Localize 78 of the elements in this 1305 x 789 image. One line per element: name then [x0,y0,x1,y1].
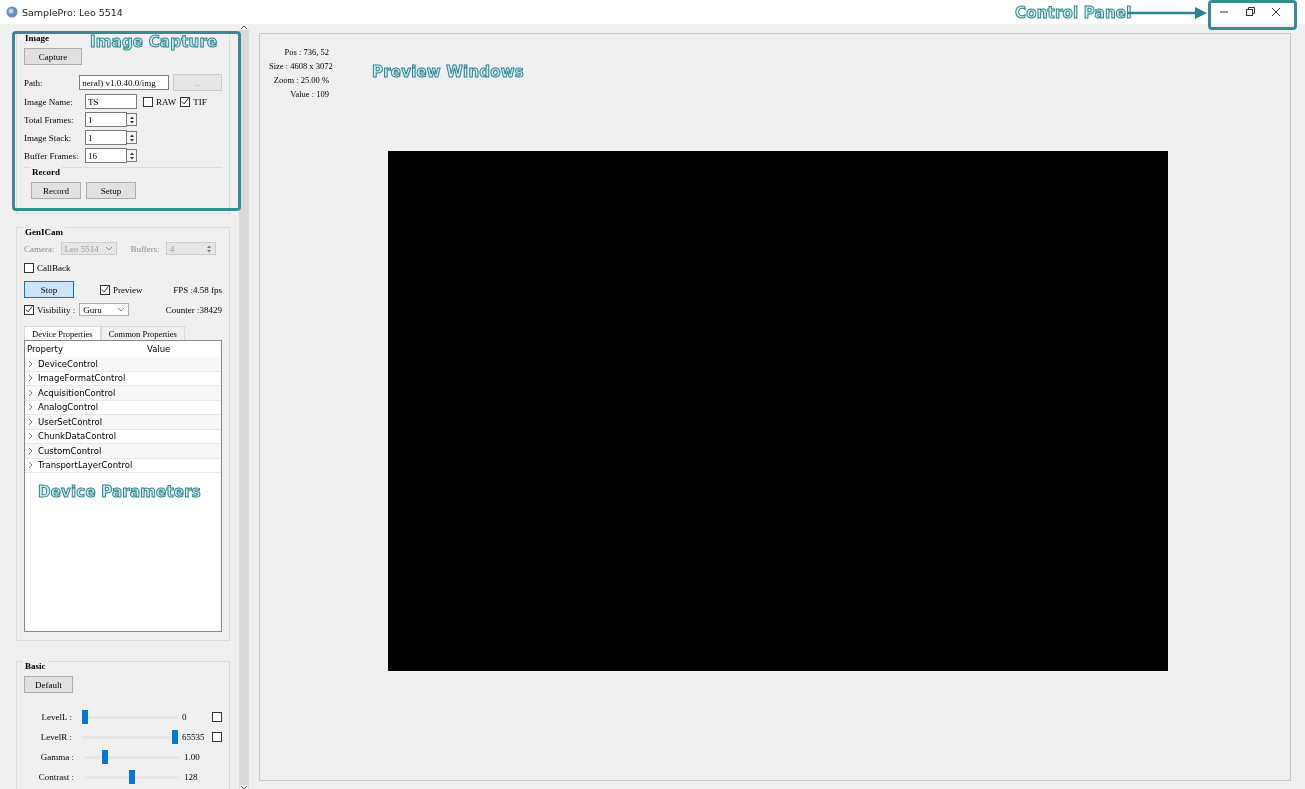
record-button[interactable]: Record [31,182,81,199]
slider-label: LevelL : [40,712,73,722]
checkbox[interactable] [212,732,222,742]
group-title: GenICam [23,227,65,237]
slider-label: Gamma : [39,752,75,762]
slider-value: 65535 [181,732,206,742]
checkbox[interactable] [24,263,34,273]
checkbox-label: Preview [113,284,143,295]
number-field[interactable]: 1 [85,130,127,145]
chevron-icon[interactable] [28,461,34,470]
field-label: Image Name: [24,96,74,107]
checkbox-label: TIF [193,96,207,107]
slider-label: LevelR : [39,732,73,742]
chevron-icon[interactable] [28,446,34,455]
annotation-label: Image Capture [90,33,218,51]
tree-row[interactable]: DeviceControl [25,357,221,372]
column-header: Value [146,344,171,354]
tree-row[interactable]: CustomControl [25,444,221,459]
setup-button[interactable]: Setup [86,182,136,199]
chevron-icon[interactable] [28,403,34,412]
checkbox[interactable] [212,712,222,722]
tab[interactable]: Common Properties [100,326,185,340]
capture-button[interactable]: Capture [24,48,82,65]
field-label: Buffers: [130,243,160,254]
group-title: Image [23,33,51,43]
slider-thumb[interactable] [82,710,88,724]
restore-icon [1244,6,1256,18]
slider-label: Contrast : [37,772,75,782]
chevron-icon[interactable] [28,374,34,383]
info-text: Pos : 736, 52 [283,47,329,57]
default-button[interactable]: Default [24,676,73,693]
fps-readout: FPS :4.58 fps [173,284,222,295]
path-field[interactable]: neral) v1.0.40.0/img [79,75,170,90]
checkbox[interactable] [180,96,191,107]
annotation-label: Preview Windows [372,63,524,81]
slider-thumb[interactable] [172,730,178,744]
chevron-icon[interactable] [28,417,34,426]
checkbox-label: CallBack [37,263,71,273]
number-field[interactable]: 1 [85,112,127,127]
field-label: Image Stack: [24,132,73,143]
stop-button[interactable]: Stop [24,281,74,298]
group-title: Record [30,167,62,177]
chevron-icon[interactable] [117,306,126,313]
number-field[interactable]: 16 [85,148,127,163]
slider-value: 128 [183,772,199,782]
counter-readout: Counter :38429 [165,304,222,315]
window-title: SamplePro: Leo 5514 [22,6,123,18]
checkbox-label: RAW [156,96,177,107]
close-icon [1270,6,1282,18]
checkbox-label: Visibility : [37,304,76,315]
group-title: Basic [23,661,48,671]
annotation-label: Control Panel [1015,4,1132,22]
scroll-up-icon[interactable] [240,24,248,30]
checkbox[interactable] [24,304,34,315]
field-label: Camera: [24,243,55,254]
image-name-field[interactable]: TS [85,94,137,109]
field-label: Total Frames: [24,114,75,125]
tree-row[interactable]: TransportLayerControl [25,458,221,473]
app-icon [6,6,18,18]
chevron-icon[interactable] [28,432,34,441]
tab[interactable]: Device Properties [24,326,101,340]
field-label: Buffer Frames: [24,150,80,161]
annotation-label: Device Parameters [38,483,201,501]
slider-thumb[interactable] [102,750,108,764]
field-label: Path: [24,77,44,88]
checkbox[interactable] [100,284,110,295]
checkbox[interactable] [143,96,153,107]
chevron-icon[interactable] [28,359,34,368]
info-text: Value : 109 [289,89,329,99]
visibility-dropdown[interactable]: Guru [79,303,130,316]
slider-value: 0 [181,712,188,722]
column-header: Property [26,344,64,354]
slider-value: 1.00 [183,752,201,762]
tree-row[interactable]: AcquisitionControl [25,386,221,401]
chevron-icon[interactable] [28,388,34,397]
info-text: Zoom : 25.00 % [272,75,329,85]
tree-row[interactable]: UserSetControl [25,415,221,430]
slider-thumb[interactable] [129,770,135,784]
